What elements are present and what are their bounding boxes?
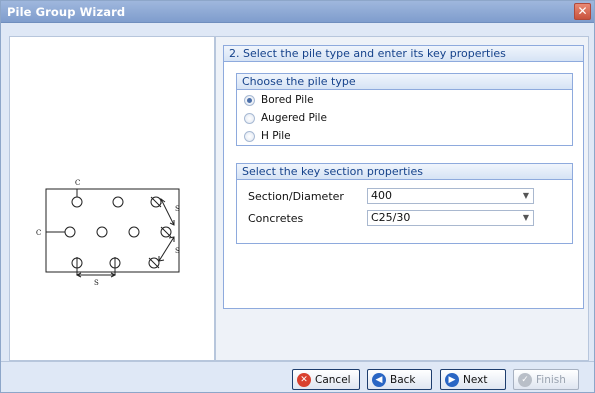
chevron-down-icon[interactable]: ▼ [523,211,529,225]
radio-label: H Pile [261,130,291,142]
chevron-down-icon[interactable]: ▼ [523,189,529,203]
radio-augered-pile[interactable]: Augered Pile [244,110,327,126]
pile-circle [128,226,140,238]
pile-group-diagram: C C S S S [36,179,180,287]
section-properties-group-title: Select the key section properties [237,164,572,180]
pile-circle [71,196,83,208]
pile-circle [112,196,124,208]
pile-type-group: Choose the pile type Bored Pile Augered … [236,73,573,146]
edge-distance-label-top: C [75,179,80,187]
radio-button-icon[interactable] [244,130,255,142]
diagram-pane: C C S S S [9,36,215,361]
concretes-label: Concretes [248,212,304,225]
close-icon: ✕ [577,4,588,18]
edge-distance-label-left: C [36,229,41,237]
pile-circle [64,226,76,238]
back-arrow-icon: ◀ [372,372,386,387]
title-bar[interactable]: Pile Group Wizard ✕ [1,1,594,23]
next-button-label: Next [463,373,488,386]
section-diameter-label: Section/Diameter [248,190,344,203]
spacing-label-right-lower: S [175,247,180,255]
finish-button-label: Finish [536,373,566,386]
spacing-label-bottom: S [94,279,99,287]
concretes-dropdown[interactable]: C25/30 ▼ [367,210,534,226]
spacing-label-right-upper: S [175,205,180,213]
back-button[interactable]: ◀ Back [367,369,432,390]
finish-icon: ✓ [518,372,532,387]
close-button[interactable]: ✕ [574,3,591,20]
next-arrow-icon: ▶ [445,372,459,387]
finish-button[interactable]: ✓ Finish [513,369,579,390]
radio-label: Bored Pile [261,94,314,106]
cancel-button-label: Cancel [315,373,351,386]
cancel-icon: ✕ [297,372,311,387]
radio-button-icon[interactable] [244,112,255,124]
radio-h-pile[interactable]: H Pile [244,128,291,144]
back-button-label: Back [390,373,416,386]
step-panel: 2. Select the pile type and enter its ke… [223,45,584,309]
footer-divider [1,361,594,362]
pile-circle [96,226,108,238]
cancel-button[interactable]: ✕ Cancel [292,369,360,390]
pile-type-group-title: Choose the pile type [237,74,572,90]
window-title: Pile Group Wizard [7,5,126,19]
radio-bored-pile[interactable]: Bored Pile [244,92,314,108]
step-title: 2. Select the pile type and enter its ke… [224,46,583,62]
section-diameter-value: 400 [371,189,392,202]
pile-group-wizard-window: Pile Group Wizard ✕ C C S S S 2. Select … [0,0,595,393]
options-pane: 2. Select the pile type and enter its ke… [215,36,589,361]
concretes-value: C25/30 [371,211,411,224]
section-properties-group: Select the key section properties Sectio… [236,163,573,244]
radio-label: Augered Pile [261,112,327,124]
radio-button-icon[interactable] [244,94,255,106]
section-diameter-dropdown[interactable]: 400 ▼ [367,188,534,204]
next-button[interactable]: ▶ Next [440,369,506,390]
